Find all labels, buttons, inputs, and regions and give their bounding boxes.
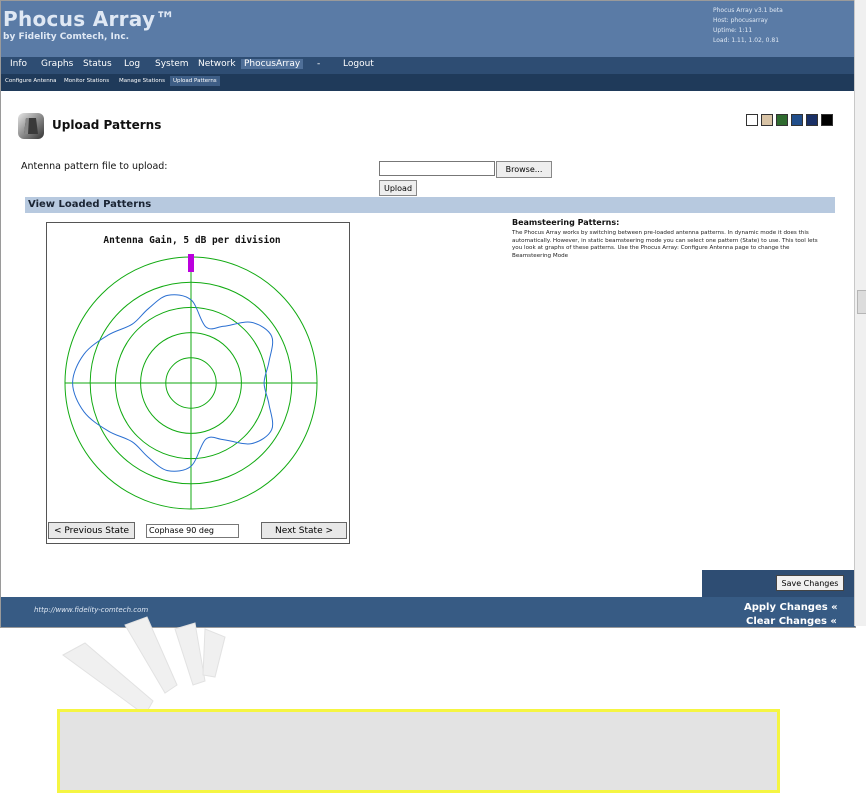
menu-separator: - <box>317 59 321 69</box>
sysinfo-uptime: Uptime: 1:11 <box>713 27 753 34</box>
beamsteering-title: Beamsteering Patterns: <box>512 218 620 227</box>
theme-swatch-white[interactable] <box>746 114 758 126</box>
menu-network[interactable]: Network <box>198 59 236 69</box>
theme-swatch-green[interactable] <box>776 114 788 126</box>
antenna-icon <box>18 113 44 139</box>
sub-menu: Configure Antenna Monitor Stations Manag… <box>1 74 855 91</box>
sysinfo-version: Phocus Array v3.1 beta <box>713 7 783 14</box>
page-title: Upload Patterns <box>52 118 162 132</box>
sysinfo-load: Load: 1.11, 1.02, 0.81 <box>713 37 780 44</box>
section-title: View Loaded Patterns <box>28 199 152 210</box>
color-theme-swatches <box>746 114 833 126</box>
scrollbar-thumb[interactable] <box>857 290 866 314</box>
browse-button[interactable]: Browse... <box>496 161 552 178</box>
file-path-input[interactable] <box>379 161 495 176</box>
direction-marker <box>188 254 194 272</box>
footer-url: http://www.fidelity-comtech.com <box>34 606 149 614</box>
section-header: View Loaded Patterns <box>25 197 835 213</box>
brand-subtitle: by Fidelity Comtech, Inc. <box>3 32 130 42</box>
submenu-manage-stations[interactable]: Manage Stations <box>119 78 165 84</box>
apply-changes-link[interactable]: Apply Changes « <box>744 602 838 613</box>
theme-swatch-navy[interactable] <box>806 114 818 126</box>
menu-info[interactable]: Info <box>10 59 27 69</box>
submenu-upload-patterns[interactable]: Upload Patterns <box>170 76 220 86</box>
main-menu: Info Graphs Status Log System Network Ph… <box>1 57 855 74</box>
clear-changes-link[interactable]: Clear Changes « <box>746 616 837 627</box>
save-panel: Save Changes <box>702 570 855 597</box>
submenu-monitor-stations[interactable]: Monitor Stations <box>64 78 109 84</box>
previous-state-button[interactable]: < Previous State <box>48 522 135 539</box>
menu-status[interactable]: Status <box>83 59 112 69</box>
next-state-button[interactable]: Next State > <box>261 522 347 539</box>
state-field[interactable]: Cophase 90 deg <box>146 524 239 538</box>
sysinfo-host: Host: phocusarray <box>713 17 768 24</box>
vertical-scrollbar[interactable] <box>854 0 866 626</box>
save-changes-button[interactable]: Save Changes <box>776 575 844 591</box>
browser-frame: Phocus Array™ by Fidelity Comtech, Inc. … <box>0 0 856 628</box>
brand-title: Phocus Array™ <box>3 7 176 31</box>
menu-log[interactable]: Log <box>124 59 140 69</box>
polar-grid <box>64 256 318 510</box>
menu-graphs[interactable]: Graphs <box>41 59 73 69</box>
upload-button[interactable]: Upload <box>379 180 417 196</box>
theme-swatch-tan[interactable] <box>761 114 773 126</box>
system-info: Phocus Array v3.1 beta Host: phocusarray… <box>713 6 783 46</box>
chart-title: Antenna Gain, 5 dB per division <box>103 235 281 246</box>
menu-system[interactable]: System <box>155 59 189 69</box>
pattern-chart-panel: Antenna Gain, 5 dB per division < Previo… <box>46 222 350 544</box>
menu-phocusarray[interactable]: PhocusArray <box>241 59 304 69</box>
beamsteering-description: The Phocus Array works by switching betw… <box>512 230 818 259</box>
submenu-configure-antenna[interactable]: Configure Antenna <box>5 78 57 84</box>
file-upload-label: Antenna pattern file to upload: <box>21 161 168 172</box>
theme-swatch-blue[interactable] <box>791 114 803 126</box>
app-header: Phocus Array™ by Fidelity Comtech, Inc. … <box>1 1 855 57</box>
note-box <box>57 709 780 793</box>
theme-swatch-black[interactable] <box>821 114 833 126</box>
polar-chart <box>64 254 318 510</box>
menu-logout[interactable]: Logout <box>343 59 374 69</box>
